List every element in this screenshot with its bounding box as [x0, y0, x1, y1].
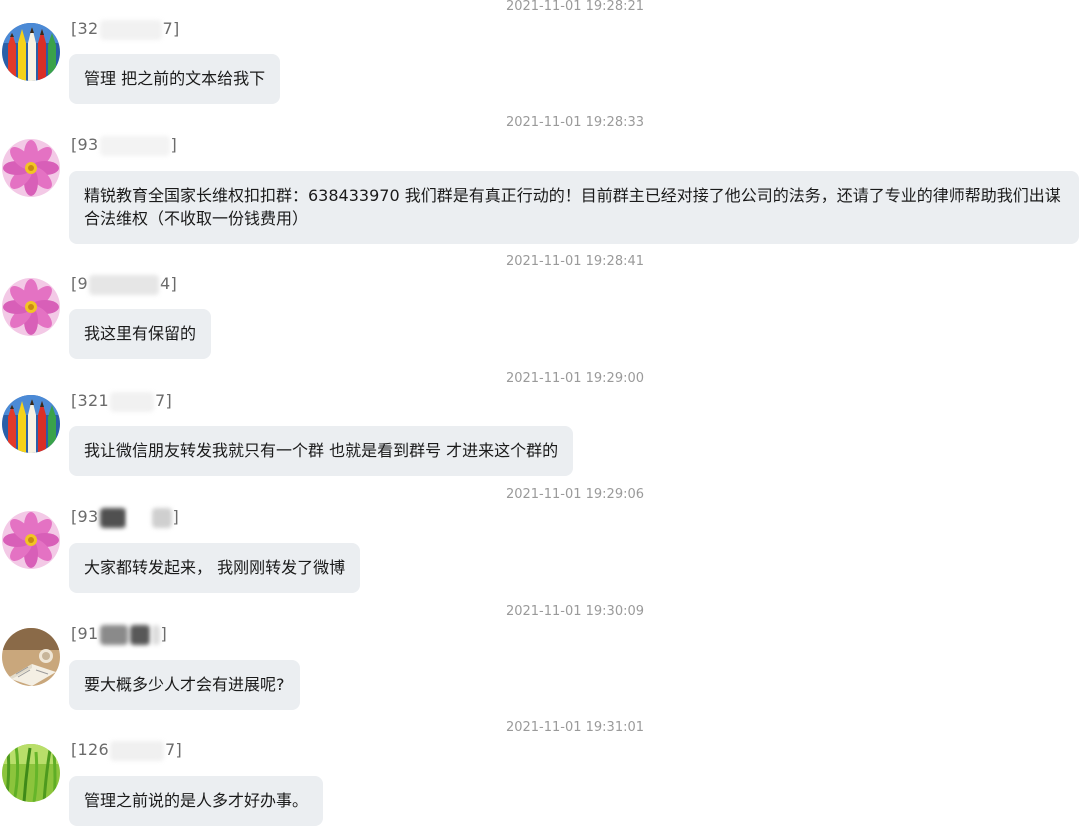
pencils-avatar-icon[interactable] [2, 23, 60, 81]
redaction-blur [109, 740, 164, 761]
sender-id: [93] [71, 506, 179, 528]
message-timestamp: 2021-11-01 19:28:21 [505, 0, 645, 14]
sender-id-prefix: [93 [71, 507, 99, 526]
sender-id-prefix: [321 [71, 391, 109, 410]
pink-flower-avatar-icon[interactable] [2, 278, 60, 336]
sender-id-suffix: 7] [162, 19, 180, 38]
sender-id-suffix: 7] [154, 391, 173, 410]
sender-id-prefix: [9 [71, 274, 89, 293]
redaction-blur [99, 624, 128, 645]
sender-id-prefix: [32 [71, 19, 99, 38]
message-timestamp: 2021-11-01 19:30:09 [505, 604, 645, 619]
sender-id: [9 4] [71, 273, 177, 295]
redaction-blur [151, 507, 172, 528]
sender-id-suffix: ] [160, 624, 168, 643]
message-bubble[interactable]: 我这里有保留的 [69, 309, 212, 359]
redaction-blur [127, 507, 150, 528]
sender-id-suffix: ] [172, 507, 180, 526]
message-timestamp: 2021-11-01 19:29:00 [505, 371, 645, 386]
redaction-blur [129, 624, 150, 645]
chat-history: 2021-11-01 19:28:21 [32 7] 管理 把之前的文本给我下 2… [0, 0, 1080, 826]
sender-id-suffix: 4] [160, 274, 178, 293]
sender-id-prefix: [93 [71, 135, 99, 154]
sender-id-prefix: [126 [71, 740, 109, 759]
sender-id: [321 7] [71, 390, 172, 412]
message-timestamp: 2021-11-01 19:28:33 [505, 115, 645, 130]
pink-flower-avatar-icon[interactable] [2, 511, 60, 569]
redaction-blur [99, 507, 126, 528]
message-bubble[interactable]: 精锐教育全国家长维权扣扣群：638433970 我们群是有真正行动的！目前群主已… [69, 171, 1079, 244]
message-bubble[interactable]: 管理之前说的是人多才好办事。 [69, 776, 324, 826]
message-bubble[interactable]: 大家都转发起来， 我刚刚转发了微博 [69, 543, 361, 593]
message-timestamp: 2021-11-01 19:29:06 [505, 487, 645, 502]
message-timestamp: 2021-11-01 19:31:01 [505, 720, 645, 735]
sender-id-suffix: 7] [164, 740, 183, 759]
redaction-blur [99, 19, 162, 40]
message-bubble[interactable]: 我让微信朋友转发我就只有一个群 也就是看到群号 才进来这个群的 [69, 426, 574, 476]
message-timestamp: 2021-11-01 19:28:41 [505, 254, 645, 269]
sender-id: [93] [71, 134, 177, 156]
redaction-blur [89, 274, 160, 295]
pencils-avatar-icon[interactable] [2, 395, 60, 453]
grass-avatar-icon[interactable] [2, 744, 60, 802]
sender-id: [91] [71, 623, 167, 645]
redaction-blur [109, 391, 154, 412]
redaction-blur [99, 135, 170, 156]
sender-id: [32 7] [71, 18, 180, 40]
sender-id-prefix: [91 [71, 624, 99, 643]
sender-id: [126 7] [71, 739, 182, 761]
pink-flower-avatar-icon[interactable] [2, 139, 60, 197]
message-bubble[interactable]: 要大概多少人才会有进展呢? [69, 660, 300, 710]
message-bubble[interactable]: 管理 把之前的文本给我下 [69, 54, 281, 104]
redaction-blur [151, 624, 160, 645]
sender-id-suffix: ] [170, 135, 178, 154]
book-avatar-icon[interactable] [2, 628, 60, 686]
